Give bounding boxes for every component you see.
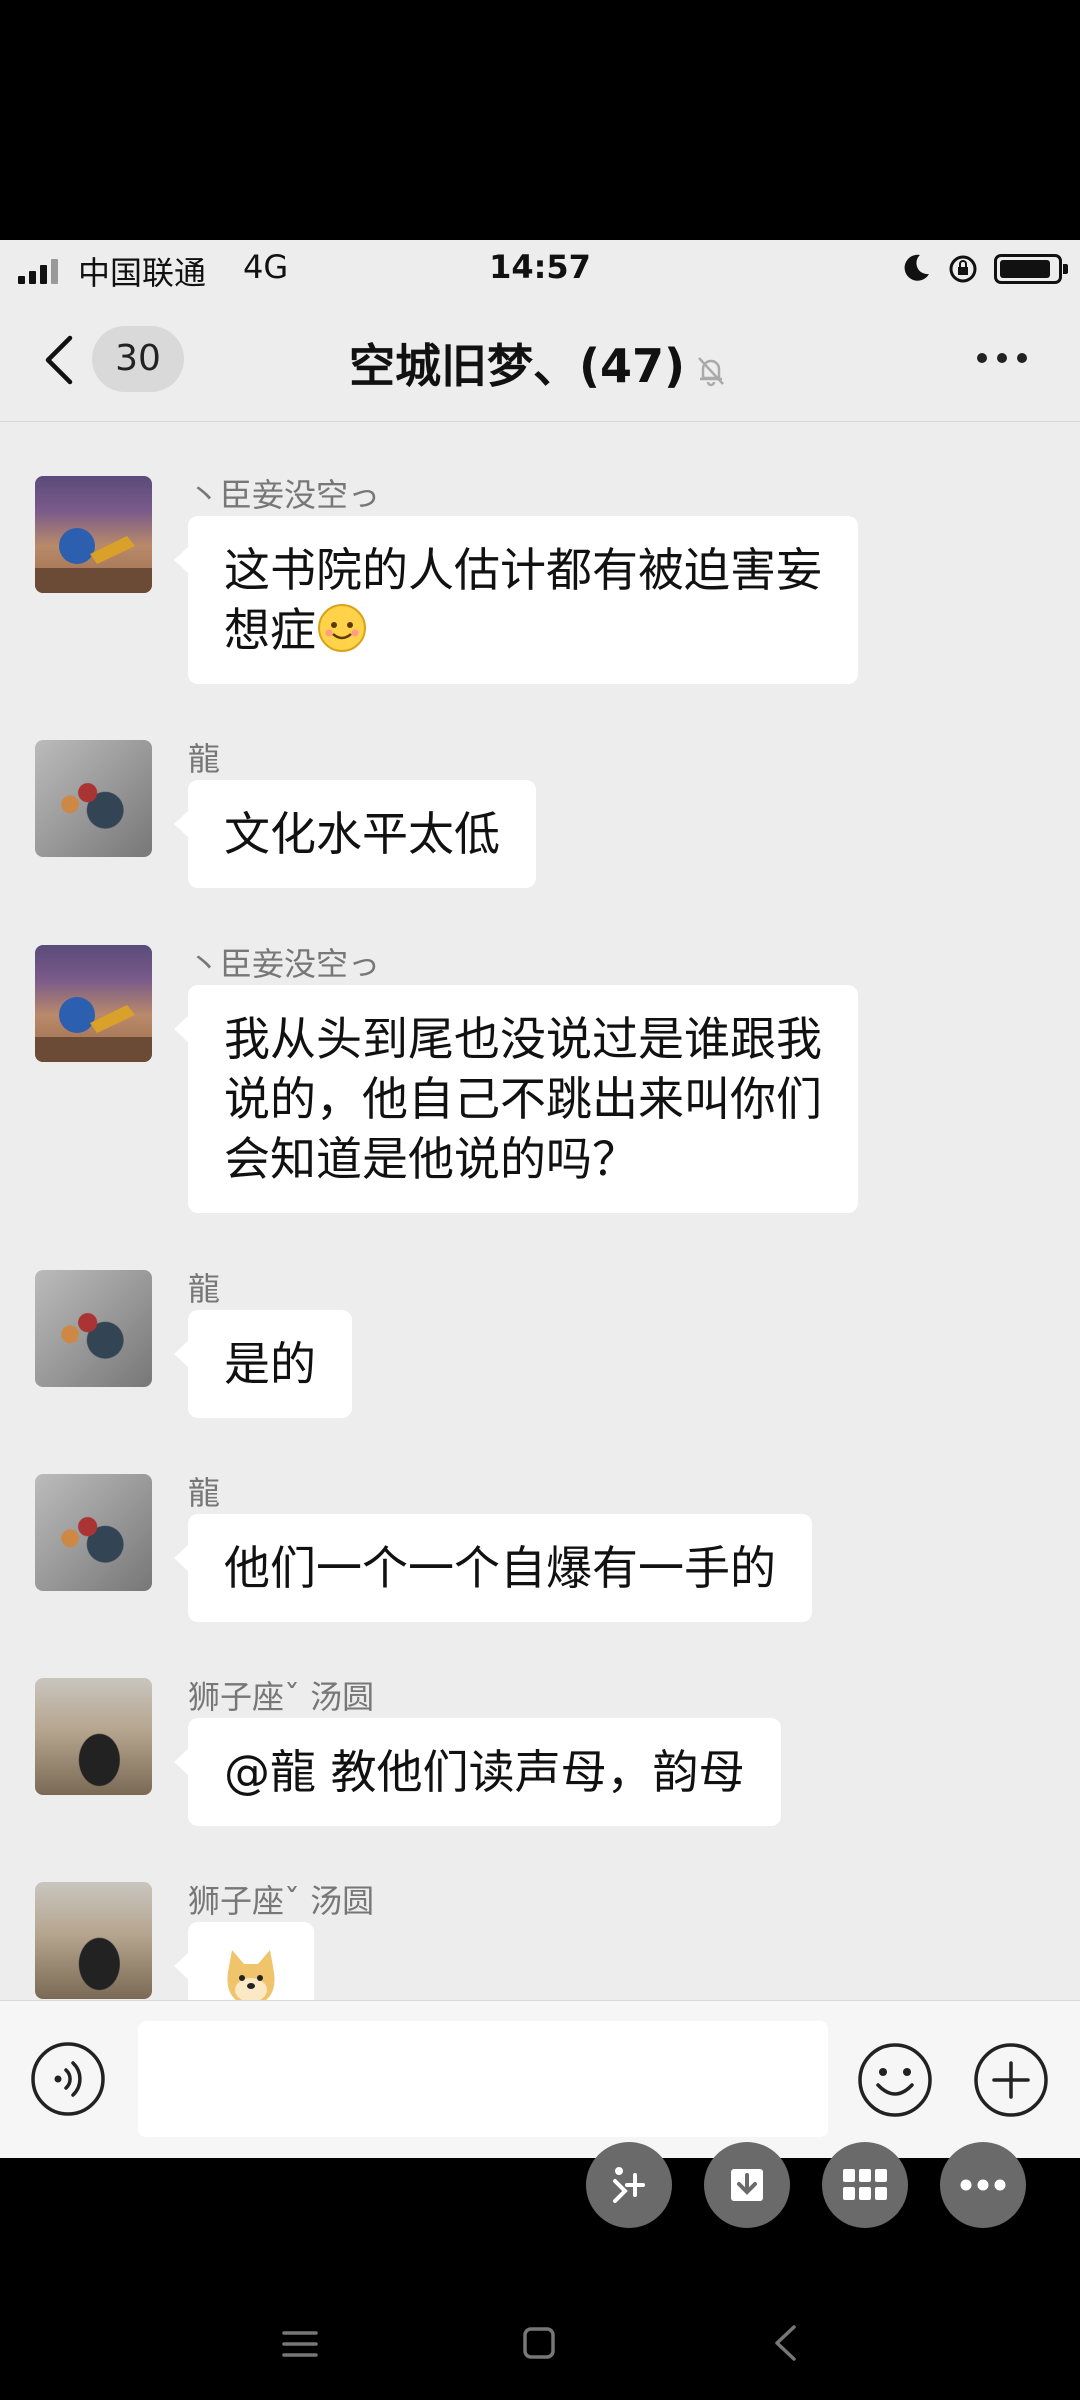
rotation-lock-icon bbox=[949, 255, 977, 283]
assist-tool-icon bbox=[613, 2167, 645, 2203]
menu-icon[interactable] bbox=[282, 2330, 318, 2358]
sender-name: 丶臣妾没空っ bbox=[188, 476, 381, 514]
message-line: 会知道是他说的吗？ bbox=[224, 1132, 638, 1186]
sender-name: 龍 bbox=[188, 1270, 221, 1308]
message-bubble[interactable]: 这书院的人估计都有被迫害妄 想症 bbox=[174, 516, 858, 684]
chat-title-text: 空城旧梦、(47) bbox=[348, 339, 686, 393]
chat-header: 30 空城旧梦、(47) bbox=[0, 298, 1080, 422]
plus-icon[interactable] bbox=[972, 2041, 1050, 2119]
flower-avatar[interactable] bbox=[35, 1474, 152, 1591]
mute-bell-icon bbox=[698, 356, 724, 386]
chat-screen: 中国联通 4G 14:57 30 空城旧梦、(47) 丶臣妾没空っ 这书院的人估… bbox=[0, 240, 1080, 2158]
download-icon bbox=[731, 2169, 763, 2201]
float-tool-button[interactable] bbox=[704, 2142, 790, 2228]
sender-name: 狮子座ˇ 汤圆 bbox=[188, 1882, 375, 1920]
message-bubble[interactable]: 文化水平太低 bbox=[174, 780, 536, 888]
float-tool-button[interactable] bbox=[822, 2142, 908, 2228]
message-line: @龍 教他们读声母，韵母 bbox=[224, 1745, 745, 1799]
moon-icon bbox=[904, 254, 929, 281]
float-tool-button[interactable] bbox=[586, 2142, 672, 2228]
message-line: 这书院的人估计都有被迫害妄 bbox=[224, 543, 822, 597]
smile-emoji-icon bbox=[318, 604, 366, 652]
flower-avatar[interactable] bbox=[35, 740, 152, 857]
message-line: 是的 bbox=[224, 1337, 316, 1391]
sender-name: 龍 bbox=[188, 1474, 221, 1512]
sender-name: 丶臣妾没空っ bbox=[188, 945, 381, 983]
message-bubble[interactable]: 我从头到尾也没说过是谁跟我 说的，他自己不跳出来叫你们 会知道是他说的吗？ bbox=[174, 985, 858, 1213]
park-photo-avatar[interactable] bbox=[35, 1678, 152, 1795]
message-line-with-emoji: 想症 bbox=[224, 600, 822, 660]
chat-title: 空城旧梦、(47) bbox=[0, 330, 1080, 396]
message-line: 想症 bbox=[224, 603, 316, 657]
input-bar bbox=[0, 2000, 1080, 2158]
message-bubble[interactable]: 是的 bbox=[174, 1310, 352, 1418]
home-square-icon[interactable] bbox=[522, 2326, 556, 2360]
message-bubble[interactable]: @龍 教他们读声母，韵母 bbox=[174, 1718, 781, 1826]
message-list[interactable]: 丶臣妾没空っ 这书院的人估计都有被迫害妄 想症 龍 文化水平太低 丶臣妾没空っ … bbox=[0, 422, 1080, 2000]
message-line: 我从头到尾也没说过是谁跟我 bbox=[224, 1012, 822, 1066]
top-black-area bbox=[0, 0, 1080, 240]
flower-avatar[interactable] bbox=[35, 1270, 152, 1387]
grid-icon bbox=[843, 2169, 887, 2200]
nav-back-icon[interactable] bbox=[770, 2324, 800, 2362]
sender-name: 龍 bbox=[188, 740, 221, 778]
doge-sticker-icon bbox=[227, 1950, 275, 2000]
message-bubble[interactable]: 他们一个一个自爆有一手的 bbox=[174, 1514, 812, 1622]
message-line: 他们一个一个自爆有一手的 bbox=[224, 1541, 776, 1595]
battery-icon bbox=[994, 254, 1068, 284]
more-options-icon[interactable] bbox=[972, 338, 1032, 378]
status-bar: 中国联通 4G 14:57 bbox=[0, 240, 1080, 298]
system-nav-bar bbox=[0, 2250, 1080, 2400]
message-line: 文化水平太低 bbox=[224, 807, 500, 861]
park-photo-avatar[interactable] bbox=[35, 1882, 152, 1999]
message-input[interactable] bbox=[138, 2021, 828, 2137]
ball-photo-avatar[interactable] bbox=[35, 945, 152, 1062]
voice-input-icon[interactable] bbox=[30, 2041, 106, 2117]
sender-name: 狮子座ˇ 汤圆 bbox=[188, 1678, 375, 1716]
message-bubble[interactable] bbox=[174, 1922, 314, 2000]
message-line: 说的，他自己不跳出来叫你们 bbox=[224, 1072, 822, 1126]
ball-photo-avatar[interactable] bbox=[35, 476, 152, 593]
float-tool-button[interactable] bbox=[940, 2142, 1026, 2228]
more-dots-icon bbox=[960, 2179, 1006, 2191]
emoji-picker-icon[interactable] bbox=[856, 2041, 934, 2119]
